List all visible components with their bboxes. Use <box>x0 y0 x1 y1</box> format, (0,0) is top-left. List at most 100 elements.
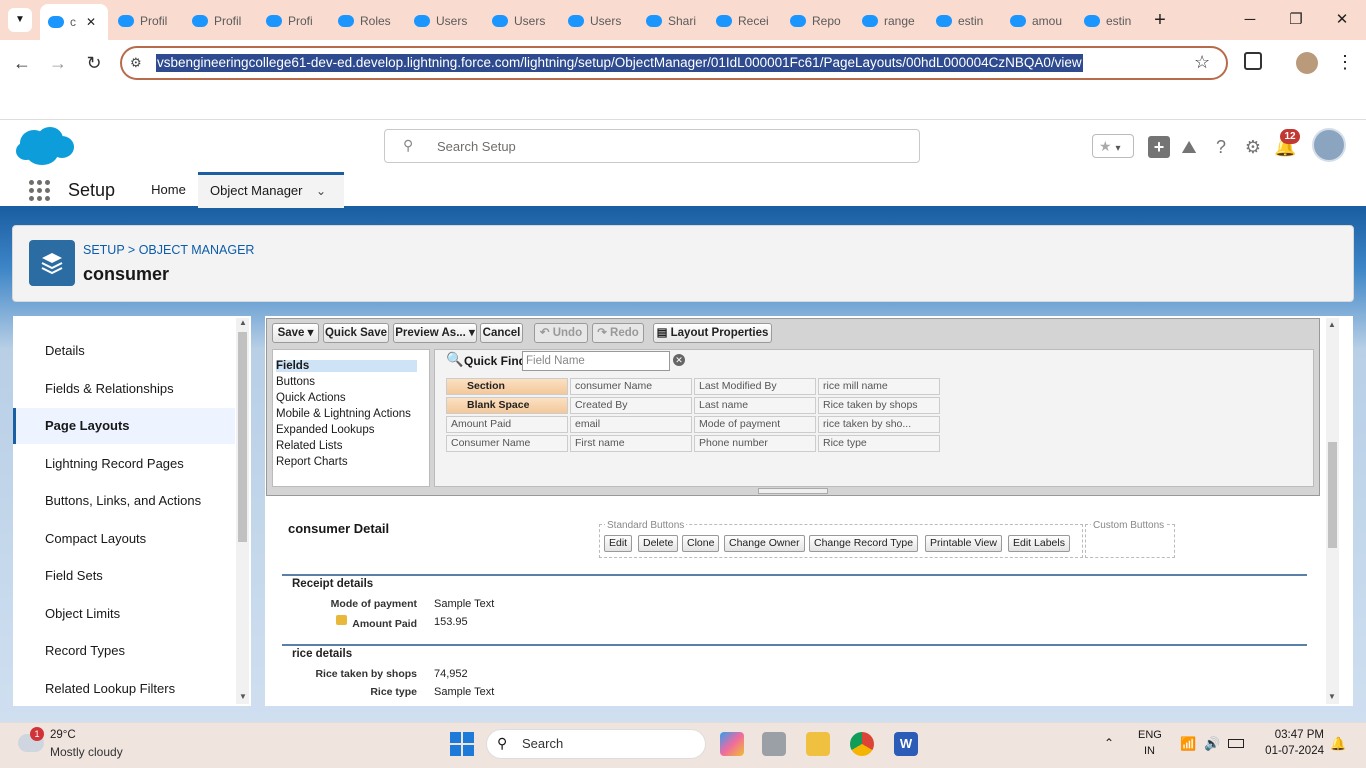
palette-field[interactable]: Consumer Name <box>446 435 568 452</box>
region-indicator[interactable]: IN <box>1144 745 1155 757</box>
palette-layout-element[interactable]: Section <box>446 378 568 395</box>
palette-resize-handle[interactable] <box>758 488 828 494</box>
standard-button[interactable]: Edit <box>604 535 633 552</box>
minimize-button[interactable]: ─ <box>1238 8 1262 32</box>
redo-button[interactable]: ↷ Redo <box>592 323 644 343</box>
language-indicator[interactable]: ENG <box>1138 729 1162 741</box>
sidebar-item[interactable]: Lightning Record Pages <box>13 446 235 482</box>
nav-tab-object-manager[interactable]: Object Manager ⌄ <box>198 172 344 208</box>
browser-tab[interactable]: estin <box>928 6 998 36</box>
close-window-button[interactable]: ✕ <box>1330 8 1354 32</box>
scroll-down-icon[interactable]: ▼ <box>1328 692 1336 701</box>
weather-temperature[interactable]: 29°C <box>50 729 76 741</box>
palette-field[interactable]: Rice taken by shops <box>818 397 940 414</box>
file-explorer-icon[interactable] <box>806 732 830 756</box>
standard-button[interactable]: Printable View <box>925 535 1002 552</box>
forward-icon[interactable]: → <box>46 52 70 74</box>
app-launcher-icon[interactable] <box>29 180 51 202</box>
browser-tab[interactable]: Roles <box>330 6 400 36</box>
close-tab-icon[interactable]: ✕ <box>86 15 96 29</box>
salesforce-logo[interactable] <box>14 125 76 167</box>
browser-tab[interactable]: estin <box>1076 6 1146 36</box>
layout-properties-button[interactable]: ▤ Layout Properties <box>653 323 772 343</box>
sidebar-item[interactable]: Fields & Relationships <box>13 371 235 407</box>
palette-category[interactable]: Fields <box>276 360 417 372</box>
standard-button[interactable]: Change Owner <box>724 535 805 552</box>
cancel-button[interactable]: Cancel <box>480 323 523 343</box>
taskbar-search[interactable] <box>486 729 706 759</box>
clock-time[interactable]: 03:47 PM <box>1266 729 1324 741</box>
browser-menu-icon[interactable]: ⋮ <box>1336 52 1354 73</box>
sidebar-item[interactable]: Related Lookup Filters <box>13 671 235 707</box>
sidebar-item[interactable]: Page Layouts <box>13 408 235 444</box>
profile-avatar[interactable] <box>1296 52 1318 74</box>
save-button[interactable]: Save ▾ <box>272 323 319 343</box>
help-icon[interactable]: ? <box>1210 136 1232 158</box>
copilot-icon[interactable] <box>720 732 744 756</box>
breadcrumb[interactable]: SETUP > OBJECT MANAGER <box>83 243 254 257</box>
search-input[interactable]: Search Setup <box>437 139 516 154</box>
browser-tab[interactable]: Profil <box>110 6 180 36</box>
browser-tab[interactable]: Users <box>484 6 554 36</box>
nav-tab-home[interactable]: Home <box>140 172 197 208</box>
browser-tab[interactable]: Recei <box>708 6 778 36</box>
clear-search-icon[interactable]: ✕ <box>673 354 685 366</box>
palette-field[interactable]: Last Modified By <box>694 378 816 395</box>
chrome-icon[interactable] <box>850 732 874 756</box>
palette-field[interactable]: rice mill name <box>818 378 940 395</box>
sidebar-item[interactable]: Details <box>13 333 235 369</box>
browser-tab[interactable]: Users <box>560 6 630 36</box>
palette-field[interactable]: rice taken by sho... <box>818 416 940 433</box>
new-tab-button[interactable]: + <box>1148 8 1172 32</box>
site-info-icon[interactable]: ⚙ <box>130 55 142 71</box>
scroll-up-icon[interactable]: ▲ <box>1328 320 1336 329</box>
standard-button[interactable]: Change Record Type <box>809 535 919 552</box>
clock-date[interactable]: 01-07-2024 <box>1258 745 1324 757</box>
browser-tab[interactable]: Shari <box>638 6 708 36</box>
sidebar-item[interactable]: Buttons, Links, and Actions <box>13 483 235 519</box>
sidebar-item[interactable]: Field Sets <box>13 558 235 594</box>
browser-tab[interactable]: range <box>854 6 924 36</box>
palette-field[interactable]: consumer Name <box>570 378 692 395</box>
tab-search-button[interactable]: ▼ <box>8 8 32 32</box>
browser-tab[interactable]: Repo <box>782 6 852 36</box>
reload-icon[interactable]: ↻ <box>82 52 106 74</box>
sidebar-item[interactable]: Compact Layouts <box>13 521 235 557</box>
palette-category[interactable]: Mobile & Lightning Actions <box>276 408 411 420</box>
palette-field[interactable]: Rice type <box>818 435 940 452</box>
palette-layout-element[interactable]: Blank Space <box>446 397 568 414</box>
section-title-receipt[interactable]: Receipt details <box>292 578 373 590</box>
palette-category[interactable]: Expanded Lookups <box>276 424 374 436</box>
back-icon[interactable]: ← <box>10 52 34 74</box>
section-title-rice[interactable]: rice details <box>292 648 352 660</box>
browser-tab[interactable]: Profil <box>184 6 254 36</box>
bookmark-star-icon[interactable]: ☆ <box>1194 52 1210 73</box>
gear-icon[interactable]: ⚙ <box>1242 136 1264 158</box>
chevron-up-icon[interactable]: ⌃ <box>1104 736 1114 750</box>
palette-field[interactable]: Amount Paid <box>446 416 568 433</box>
quick-find-input[interactable]: Field Name <box>522 351 670 371</box>
palette-field[interactable]: First name <box>570 435 692 452</box>
weather-description[interactable]: Mostly cloudy <box>50 745 123 759</box>
undo-button[interactable]: ↶ Undo <box>534 323 588 343</box>
scroll-down-icon[interactable]: ▼ <box>239 692 247 701</box>
standard-button[interactable]: Delete <box>638 535 679 552</box>
browser-tab[interactable]: Profi <box>258 6 328 36</box>
palette-category[interactable]: Quick Actions <box>276 392 346 404</box>
main-scrollbar[interactable] <box>1326 318 1339 704</box>
wifi-icon[interactable]: 📶 <box>1180 736 1196 752</box>
task-view-icon[interactable] <box>762 732 786 756</box>
maximize-button[interactable]: ❐ <box>1284 8 1308 32</box>
user-avatar[interactable] <box>1312 128 1346 162</box>
palette-field[interactable]: Last name <box>694 397 816 414</box>
sidebar-item[interactable]: Record Types <box>13 633 235 669</box>
volume-icon[interactable]: 🔊 <box>1204 736 1220 752</box>
sidebar-item[interactable]: Object Limits <box>13 596 235 632</box>
palette-field[interactable]: email <box>570 416 692 433</box>
extensions-icon[interactable] <box>1244 52 1262 70</box>
global-actions-icon[interactable]: + <box>1148 136 1170 158</box>
favorites-star-icon[interactable]: ★ ▾ <box>1092 134 1134 158</box>
palette-field[interactable]: Created By <box>570 397 692 414</box>
palette-field[interactable]: Phone number <box>694 435 816 452</box>
palette-category[interactable]: Report Charts <box>276 456 348 468</box>
